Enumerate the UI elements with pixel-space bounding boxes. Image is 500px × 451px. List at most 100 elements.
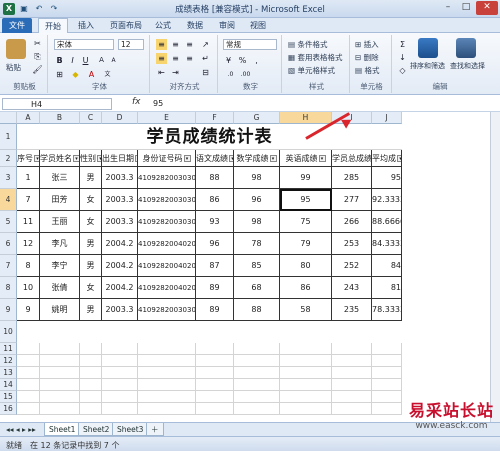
column-header[interactable]: B bbox=[40, 112, 80, 124]
orientation-icon[interactable]: ↗ bbox=[200, 39, 211, 50]
border-icon[interactable]: ⊞ bbox=[54, 69, 65, 80]
fill-color-icon[interactable]: ◆ bbox=[70, 69, 81, 80]
align-center-icon[interactable]: ≡ bbox=[170, 53, 181, 64]
filter-dropdown-icon[interactable]: ▾ bbox=[269, 155, 277, 162]
table-cell[interactable]: 96 bbox=[196, 233, 234, 255]
table-cell[interactable]: 99 bbox=[280, 167, 332, 189]
column-header[interactable]: F bbox=[196, 112, 234, 124]
table-cell[interactable]: 7 bbox=[17, 189, 40, 211]
maximize-icon[interactable]: □ bbox=[458, 1, 474, 15]
empty-cell[interactable] bbox=[280, 355, 332, 367]
table-cell[interactable]: 68 bbox=[234, 277, 280, 299]
empty-cell[interactable] bbox=[80, 367, 102, 379]
table-cell[interactable]: 92.3333 bbox=[372, 189, 402, 211]
empty-cell[interactable] bbox=[280, 367, 332, 379]
sort-filter-icon[interactable] bbox=[418, 38, 438, 58]
tab-review[interactable]: 审阅 bbox=[214, 18, 240, 33]
empty-cell[interactable] bbox=[332, 403, 372, 415]
table-cell[interactable]: 277 bbox=[332, 189, 372, 211]
row-header[interactable]: 7 bbox=[0, 255, 17, 277]
row-header[interactable]: 9 bbox=[0, 299, 17, 321]
sheet-tab-1[interactable]: Sheet1 bbox=[44, 423, 81, 436]
empty-cell[interactable] bbox=[234, 355, 280, 367]
formula-input[interactable]: 95 bbox=[153, 98, 163, 110]
table-cell[interactable]: 285 bbox=[332, 167, 372, 189]
table-cell[interactable]: 男 bbox=[80, 167, 102, 189]
row-header[interactable]: 1 bbox=[0, 124, 17, 150]
header-cell[interactable]: 语文成绩 ▾ bbox=[196, 150, 234, 167]
empty-cell[interactable] bbox=[80, 355, 102, 367]
empty-cell[interactable] bbox=[102, 367, 138, 379]
table-cell[interactable]: 11 bbox=[17, 211, 40, 233]
percent-icon[interactable]: % bbox=[237, 55, 248, 66]
empty-cell[interactable] bbox=[102, 355, 138, 367]
column-header[interactable]: A bbox=[17, 112, 40, 124]
cell-styles-button[interactable]: ▧ 单元格样式 bbox=[288, 65, 335, 76]
table-cell[interactable]: 252 bbox=[332, 255, 372, 277]
table-cell[interactable]: 2004.2 bbox=[102, 233, 138, 255]
phonetic-icon[interactable]: 文 bbox=[102, 69, 113, 80]
table-cell[interactable]: 2004.2 bbox=[102, 255, 138, 277]
table-cell[interactable]: 88 bbox=[234, 299, 280, 321]
empty-cell[interactable] bbox=[196, 343, 234, 355]
empty-cell[interactable] bbox=[196, 367, 234, 379]
table-cell[interactable]: 86 bbox=[196, 189, 234, 211]
currency-icon[interactable]: ¥ bbox=[223, 55, 234, 66]
empty-cell[interactable] bbox=[234, 379, 280, 391]
filter-dropdown-icon[interactable]: ▾ bbox=[183, 155, 191, 162]
empty-cell[interactable] bbox=[17, 355, 40, 367]
minimize-icon[interactable]: – bbox=[440, 1, 456, 15]
empty-cell[interactable] bbox=[80, 391, 102, 403]
align-left-icon[interactable]: ≡ bbox=[156, 53, 167, 64]
empty-cell[interactable] bbox=[196, 379, 234, 391]
insert-cells-button[interactable]: ⊞ 插入 bbox=[355, 39, 379, 50]
empty-cell[interactable] bbox=[332, 391, 372, 403]
table-cell[interactable]: 95 bbox=[280, 189, 332, 211]
align-top-icon[interactable]: ≡ bbox=[156, 39, 167, 50]
table-cell[interactable]: 235 bbox=[332, 299, 372, 321]
empty-cell[interactable] bbox=[138, 355, 196, 367]
table-cell[interactable]: 李宁 bbox=[40, 255, 80, 277]
table-cell[interactable]: 89 bbox=[196, 299, 234, 321]
increase-decimal-icon[interactable]: .0 bbox=[225, 69, 236, 80]
decrease-indent-icon[interactable]: ⇤ bbox=[156, 67, 167, 78]
table-cell[interactable]: 12 bbox=[17, 233, 40, 255]
empty-cell[interactable] bbox=[102, 343, 138, 355]
row-header[interactable]: 16 bbox=[0, 403, 17, 415]
sort-filter-button[interactable]: 排序和筛选 bbox=[410, 61, 445, 71]
empty-cell[interactable] bbox=[102, 379, 138, 391]
worksheet-grid[interactable]: A B C D E F G H I J 1 2 3 4 5 6 7 8 9 10 11 12 13 14 15 16 学员成绩统计表… bbox=[0, 112, 500, 422]
tab-page-layout[interactable]: 页面布局 bbox=[104, 18, 148, 33]
close-icon[interactable]: ✕ bbox=[476, 1, 498, 15]
header-cell[interactable]: 英语成绩 ▾ bbox=[280, 150, 332, 167]
table-cell[interactable]: 93 bbox=[196, 211, 234, 233]
table-cell[interactable]: 410928200303028812 bbox=[138, 299, 196, 321]
format-cells-button[interactable]: ▤ 格式 bbox=[355, 65, 379, 76]
empty-cell[interactable] bbox=[280, 343, 332, 355]
row-header[interactable]: 4 bbox=[0, 189, 17, 211]
align-bottom-icon[interactable]: ≡ bbox=[184, 39, 195, 50]
empty-cell[interactable] bbox=[196, 355, 234, 367]
tab-insert[interactable]: 插入 bbox=[72, 18, 100, 33]
column-header[interactable]: H bbox=[280, 112, 332, 124]
empty-cell[interactable] bbox=[17, 343, 40, 355]
empty-cell[interactable] bbox=[372, 343, 402, 355]
row-header[interactable]: 14 bbox=[0, 379, 17, 391]
sheet-tab-3[interactable]: Sheet3 bbox=[112, 423, 149, 436]
table-cell[interactable]: 410928200402028818 bbox=[138, 233, 196, 255]
empty-cell[interactable] bbox=[40, 379, 80, 391]
table-cell[interactable]: 88 bbox=[196, 167, 234, 189]
row-header[interactable]: 5 bbox=[0, 211, 17, 233]
align-right-icon[interactable]: ≡ bbox=[184, 53, 195, 64]
empty-cell[interactable] bbox=[40, 391, 80, 403]
empty-cell[interactable] bbox=[332, 343, 372, 355]
new-sheet-icon[interactable]: ＋ bbox=[146, 423, 164, 436]
italic-icon[interactable]: I bbox=[67, 55, 78, 66]
format-painter-icon[interactable]: 🖌 bbox=[32, 64, 43, 75]
table-cell[interactable]: 88.6666 bbox=[372, 211, 402, 233]
filter-dropdown-icon[interactable]: ▾ bbox=[73, 155, 79, 162]
vertical-scrollbar[interactable] bbox=[490, 112, 500, 422]
grow-font-icon[interactable]: A bbox=[96, 55, 107, 66]
table-cell[interactable]: 2003.3 bbox=[102, 189, 138, 211]
column-header[interactable]: J bbox=[372, 112, 402, 124]
